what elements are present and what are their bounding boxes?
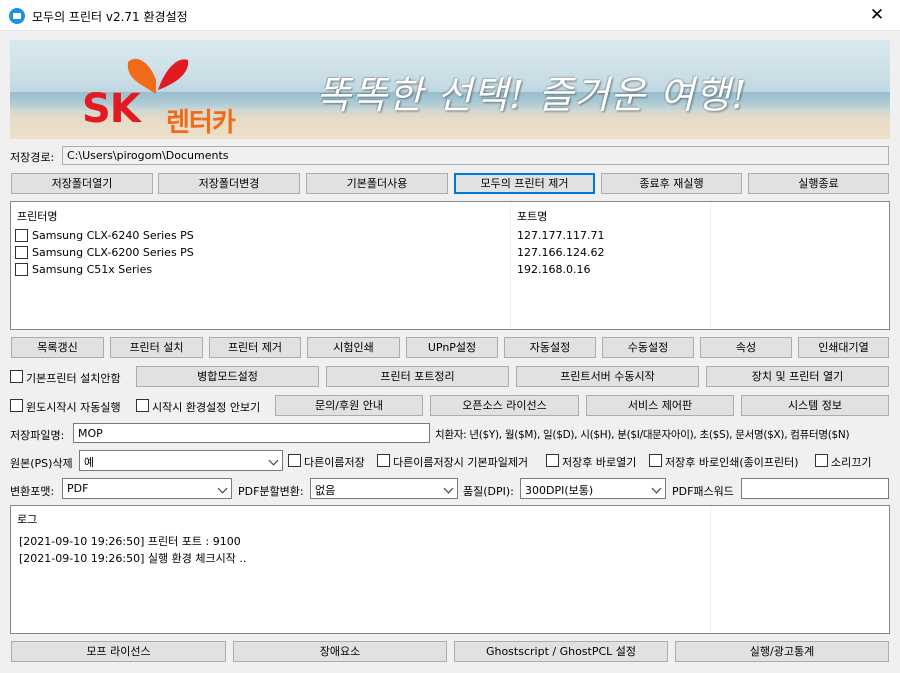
refresh-list-button[interactable]: 목록갱신 xyxy=(11,337,104,358)
close-button[interactable]: ✕ xyxy=(854,0,900,31)
log-header: 로그 xyxy=(17,513,38,526)
original-delete-select[interactable]: 예 xyxy=(79,450,283,471)
log-line: [2021-09-10 19:26:50] 실행 환경 체크시작 .. xyxy=(19,552,247,565)
exit-button[interactable]: 실행종료 xyxy=(748,173,889,194)
remove-modu-printer-button[interactable]: 모두의 프린터 제거 xyxy=(454,173,595,194)
chevron-down-icon xyxy=(443,483,454,494)
quality-label: 품질(DPI): xyxy=(463,485,514,498)
pdf-split-label: PDF분할변환: xyxy=(238,485,304,498)
chevron-down-icon xyxy=(217,483,228,494)
install-printer-button[interactable]: 프린터 설치 xyxy=(110,337,203,358)
checkbox[interactable] xyxy=(10,370,23,383)
run-ad-stats-button[interactable]: 실행/광고통계 xyxy=(675,641,889,662)
column-separator xyxy=(710,202,711,329)
properties-button[interactable]: 속성 xyxy=(700,337,792,358)
manual-settings-button[interactable]: 수동설정 xyxy=(602,337,694,358)
original-delete-label: 원본(PS)삭제 xyxy=(10,457,73,470)
print-queue-button[interactable]: 인쇄대기열 xyxy=(798,337,889,358)
column-separator xyxy=(510,202,511,329)
checkbox[interactable] xyxy=(288,454,301,467)
remove-printer-button[interactable]: 프린터 제거 xyxy=(209,337,301,358)
banner-brand: SK xyxy=(82,86,141,132)
banner-slogan: 똑똑한 선택! 즐거운 여행! xyxy=(316,73,748,117)
restart-after-exit-button[interactable]: 종료후 재실행 xyxy=(601,173,742,194)
change-save-folder-button[interactable]: 저장폴더변경 xyxy=(158,173,300,194)
test-print-button[interactable]: 시험인쇄 xyxy=(307,337,400,358)
auto-settings-button[interactable]: 자동설정 xyxy=(504,337,596,358)
open-devices-printers-button[interactable]: 장치 및 프린터 열기 xyxy=(706,366,889,387)
save-path-field[interactable]: C:\Users\pirogom\Documents xyxy=(62,146,889,165)
autostart-check[interactable]: 윈도시작시 자동실행 xyxy=(10,398,134,414)
checkbox[interactable] xyxy=(136,399,149,412)
filename-input[interactable]: MOP xyxy=(73,423,430,443)
log-panel[interactable]: 로그 [2021-09-10 19:26:50] 프린터 포트 : 9100 [… xyxy=(10,505,890,634)
support-info-button[interactable]: 문의/후원 안내 xyxy=(275,395,423,416)
filename-label: 저장파일명: xyxy=(10,429,65,442)
open-save-folder-button[interactable]: 저장폴더열기 xyxy=(11,173,153,194)
checkbox[interactable] xyxy=(815,454,828,467)
system-info-button[interactable]: 시스템 정보 xyxy=(741,395,889,416)
format-select[interactable]: PDF xyxy=(62,478,232,499)
ghostscript-settings-button[interactable]: Ghostscript / GhostPCL 설정 xyxy=(454,641,668,662)
checkbox[interactable] xyxy=(546,454,559,467)
checkbox[interactable] xyxy=(10,399,23,412)
pdf-split-select[interactable]: 없음 xyxy=(310,478,458,499)
printer-name-header[interactable]: 프린터명 xyxy=(17,208,57,224)
print-server-manual-start-button[interactable]: 프린트서버 수동시작 xyxy=(516,366,699,387)
printer-port: 127.177.117.71 xyxy=(517,229,605,242)
quality-select[interactable]: 300DPI(보통) xyxy=(520,478,666,499)
format-label: 변환포맷: xyxy=(10,485,55,498)
save-as-check[interactable]: 다른이름저장 xyxy=(288,453,372,469)
printer-app-icon xyxy=(9,8,25,24)
open-source-license-button[interactable]: 오픈소스 라이선스 xyxy=(430,395,579,416)
merge-mode-settings-button[interactable]: 병합모드설정 xyxy=(136,366,319,387)
printer-row[interactable]: Samsung C51x Series xyxy=(15,261,495,278)
printer-name: Samsung CLX-6200 Series PS xyxy=(32,246,194,259)
printer-port: 192.168.0.16 xyxy=(517,263,591,276)
save-path-label: 저장경로: xyxy=(10,151,55,164)
ad-banner[interactable]: SK 렌터카 똑똑한 선택! 즐거운 여행! xyxy=(10,40,890,139)
upnp-settings-button[interactable]: UPnP설정 xyxy=(406,337,498,358)
printer-name: Samsung C51x Series xyxy=(32,263,153,276)
filename-placeholder-hint: 치환자: 년($Y), 월($M), 일($D), 시($H), 분($I/대문… xyxy=(435,429,850,441)
printer-checkbox[interactable] xyxy=(15,229,28,242)
window-title: 모두의 프린터 v2.71 환경설정 xyxy=(32,10,188,24)
column-separator xyxy=(710,506,711,633)
log-line: [2021-09-10 19:26:50] 프린터 포트 : 9100 xyxy=(19,535,241,548)
checkbox[interactable] xyxy=(377,454,390,467)
save-as-remove-default-check[interactable]: 다른이름저장시 기본파일제거 xyxy=(377,453,543,469)
banner-brand-sub: 렌터카 xyxy=(166,108,236,138)
open-after-save-check[interactable]: 저장후 바로열기 xyxy=(546,453,646,469)
printer-row[interactable]: Samsung CLX-6240 Series PS xyxy=(15,227,495,244)
printer-checkbox[interactable] xyxy=(15,263,28,276)
printer-list[interactable]: 프린터명 포트명 Samsung CLX-6240 Series PS 127.… xyxy=(10,201,890,330)
printer-row[interactable]: Samsung CLX-6200 Series PS xyxy=(15,244,495,261)
pdf-password-label: PDF패스워드 xyxy=(672,485,734,498)
use-default-folder-button[interactable]: 기본폴더사용 xyxy=(306,173,448,194)
port-name-header[interactable]: 포트명 xyxy=(517,208,547,224)
print-after-save-check[interactable]: 저장후 바로인쇄(종이프린터) xyxy=(649,453,811,469)
chevron-down-icon xyxy=(651,483,662,494)
mute-sound-check[interactable]: 소리끄기 xyxy=(815,453,890,469)
printer-port-cleanup-button[interactable]: 프린터 포트정리 xyxy=(326,366,509,387)
checkbox[interactable] xyxy=(649,454,662,467)
title-bar: 모두의 프린터 v2.71 환경설정 ✕ xyxy=(0,0,900,31)
chevron-down-icon xyxy=(268,455,279,466)
mop-license-button[interactable]: 모프 라이선스 xyxy=(11,641,226,662)
printer-port: 127.166.124.62 xyxy=(517,246,605,259)
no-default-printer-check[interactable]: 기본프린터 설치안함 xyxy=(10,369,134,385)
troubleshooting-button[interactable]: 장애요소 xyxy=(233,641,447,662)
hide-settings-on-start-check[interactable]: 시작시 환경설정 안보기 xyxy=(136,398,272,414)
printer-name: Samsung CLX-6240 Series PS xyxy=(32,229,194,242)
printer-checkbox[interactable] xyxy=(15,246,28,259)
service-control-panel-button[interactable]: 서비스 제어판 xyxy=(586,395,734,416)
pdf-password-input[interactable] xyxy=(741,478,889,499)
